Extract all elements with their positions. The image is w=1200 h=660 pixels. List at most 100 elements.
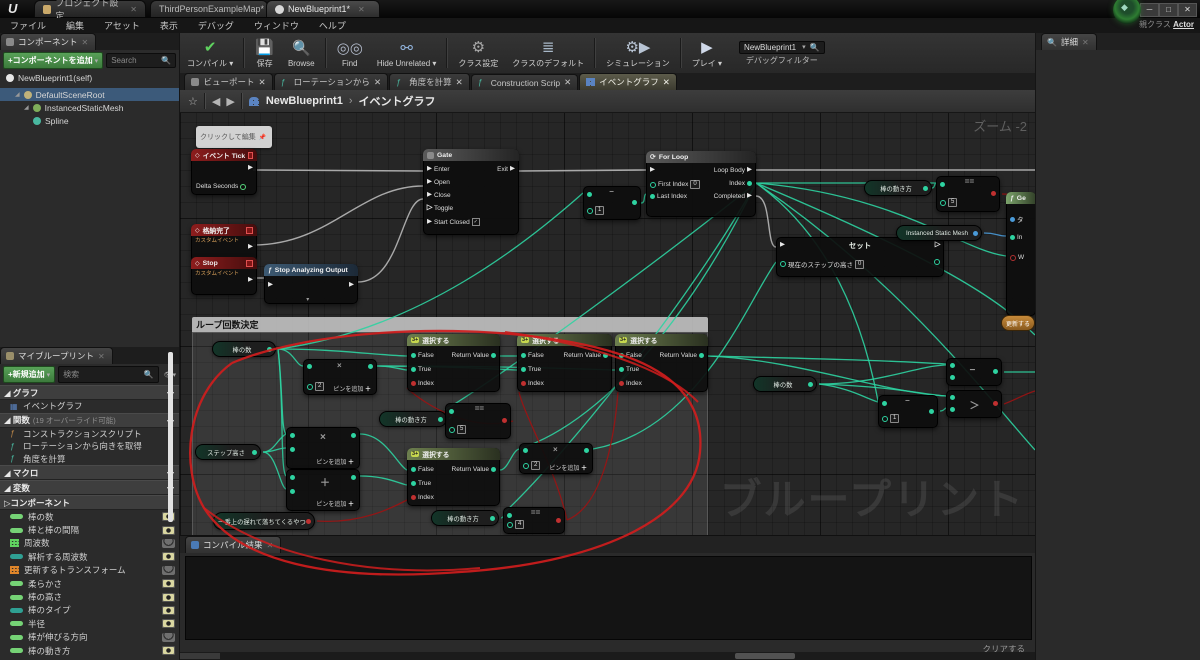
data-pin[interactable]	[993, 401, 998, 406]
data-pin[interactable]	[240, 183, 247, 190]
value-box[interactable]: 5	[457, 425, 467, 434]
data-pin[interactable]	[521, 353, 526, 358]
greater-right[interactable]: ＞	[946, 390, 1002, 418]
data-pin[interactable]	[507, 513, 512, 518]
data-pin[interactable]	[411, 381, 416, 386]
data-pin[interactable]	[411, 367, 416, 372]
output-pin[interactable]	[923, 185, 928, 191]
toolbar-button-Find[interactable]: ◎◎ Find	[330, 34, 370, 72]
output-pin[interactable]	[490, 515, 495, 521]
select-c[interactable]: 3+ 選択する False True Index Return Value	[615, 334, 708, 392]
data-pin[interactable]	[507, 521, 513, 528]
data-pin[interactable]	[521, 367, 526, 372]
nav-forward-icon[interactable]: ▶	[226, 95, 234, 108]
horizontal-scrollbar[interactable]	[180, 652, 1035, 660]
exec-pin[interactable]: ▶	[650, 166, 655, 174]
add-component-button[interactable]: +コンポーネントを追加 ▾	[3, 52, 104, 69]
window-tab-2[interactable]: ThirdPersonExampleMap*✕	[150, 0, 279, 17]
blueprint-item[interactable]: ƒ コンストラクションスクリプト	[0, 428, 179, 441]
data-pin[interactable]	[523, 462, 529, 469]
section-header-グラフ[interactable]: ◢ グラフ＋	[0, 385, 179, 400]
tab-close-icon[interactable]: ✕	[663, 77, 670, 88]
data-pin[interactable]	[650, 194, 655, 199]
toolbar-button-Browse[interactable]: 🔍 Browse	[281, 34, 322, 72]
my-blueprint-scrollbar[interactable]	[168, 352, 173, 522]
value-box[interactable]: 1	[890, 414, 900, 423]
output-pin[interactable]	[808, 381, 813, 387]
get-func-clipped[interactable]: ƒ Ge タ In W	[1006, 192, 1035, 316]
toolbar-button-Hide Unrelated[interactable]: ⚯ Hide Unrelated ▾	[370, 34, 444, 72]
nav-back-icon[interactable]: ◀	[212, 95, 220, 108]
exec-pin[interactable]: ▶	[747, 193, 752, 200]
eye-open-icon[interactable]	[162, 552, 175, 562]
eq-five-top[interactable]: == 5	[936, 176, 1000, 212]
getter-ugokikata-top[interactable]: 棒の動き方	[864, 180, 932, 196]
value-box[interactable]: 4	[515, 520, 525, 529]
doc-tab-1[interactable]: ビューポート ✕	[184, 73, 273, 90]
eq-five-mid[interactable]: == 5	[445, 403, 511, 439]
data-pin[interactable]	[411, 495, 416, 500]
menu-item-3[interactable]: アセット	[94, 19, 150, 32]
variable-row[interactable]: 柔らかさ	[0, 577, 179, 590]
data-pin[interactable]	[587, 192, 592, 197]
data-pin[interactable]	[950, 375, 955, 380]
data-pin[interactable]	[882, 401, 887, 406]
minimize-button[interactable]: ─	[1140, 3, 1159, 17]
eye-closed-icon[interactable]	[162, 632, 175, 642]
sub-one-b[interactable]: −1	[878, 395, 938, 428]
data-pin[interactable]	[290, 447, 295, 452]
exec-pin[interactable]: ▶	[510, 166, 515, 173]
data-pin[interactable]	[307, 364, 312, 369]
menu-item-1[interactable]: ファイル	[0, 19, 56, 32]
variable-row[interactable]: 棒の高さ	[0, 590, 179, 603]
toolbar-button-保存[interactable]: 💾 保存	[248, 34, 281, 72]
data-pin[interactable]	[950, 395, 955, 400]
data-pin[interactable]	[699, 353, 704, 358]
section-header-関数[interactable]: ◢ 関数(19 オーバーライド可能)＋	[0, 412, 179, 428]
toolbar-button-プレイ[interactable]: ▶ プレイ ▾	[685, 34, 729, 72]
comment-title[interactable]: ループ回数決定	[192, 317, 708, 332]
menu-item-7[interactable]: ヘルプ	[309, 19, 356, 32]
component-tree-item[interactable]: Spline	[0, 114, 179, 127]
getter-pill[interactable]: 棒の動き方	[379, 411, 447, 427]
edit-bubble[interactable]: クリックして編集 📌	[196, 126, 272, 148]
data-pin[interactable]	[521, 381, 526, 386]
data-pin[interactable]	[584, 448, 589, 453]
variable-row[interactable]: 周波数	[0, 537, 179, 550]
data-pin[interactable]	[411, 481, 416, 486]
data-pin[interactable]	[650, 181, 656, 188]
getter-pill[interactable]: Instanced Static Mesh	[896, 225, 982, 241]
window-tab-3[interactable]: NewBlueprint1* ✕	[266, 0, 380, 17]
variable-row[interactable]: 棒のタイプ	[0, 604, 179, 617]
data-pin[interactable]	[449, 426, 455, 433]
exec-pin[interactable]: ▶	[780, 241, 785, 249]
data-pin[interactable]	[950, 363, 955, 368]
add-new-button[interactable]: +新規追加 ▾	[3, 366, 56, 383]
output-pin[interactable]	[306, 518, 311, 524]
maximize-button[interactable]: □	[1159, 3, 1178, 17]
debug-search-icon[interactable]: 🔍	[810, 43, 820, 52]
data-pin[interactable]	[491, 467, 496, 472]
blueprint-item[interactable]: ƒ ローテーションから向きを取得	[0, 440, 179, 453]
menu-item-6[interactable]: ウィンドウ	[244, 19, 309, 32]
close-button[interactable]: ✕	[1178, 3, 1197, 17]
value-box[interactable]: 0	[855, 259, 865, 269]
breadcrumb-root[interactable]: NewBlueprint1	[266, 95, 343, 107]
getter-pill[interactable]: 棒の動き方	[431, 510, 499, 526]
mul-b[interactable]: × ピンを追加 ＋	[286, 427, 360, 469]
debug-blueprint-selector[interactable]: NewBlueprint1 ▾ 🔍	[739, 40, 825, 54]
expander-icon[interactable]: ◢	[15, 91, 20, 98]
value-box[interactable]: 2	[531, 461, 541, 470]
tab-close-icon[interactable]: ✕	[258, 77, 265, 88]
toolbar-button-コンパイル[interactable]: ✔ コンパイル ▾	[180, 34, 240, 72]
getter-pill[interactable]: 一番上の遅れて落ちてくるやつ	[213, 512, 315, 530]
exec-pin[interactable]: ▶	[248, 164, 253, 172]
exec-pin[interactable]: ▶	[268, 281, 273, 289]
event-stop[interactable]: ◇ Stop カスタムイベント ▶	[191, 257, 257, 295]
data-pin[interactable]	[1010, 235, 1015, 240]
breadcrumb-current[interactable]: イベントグラフ	[359, 93, 436, 109]
data-pin[interactable]	[929, 408, 934, 414]
for-loop[interactable]: ⟳ For Loop ▶ First Index 0 Last Index ▶ Loop Bo…	[646, 151, 756, 217]
getter-ugokikata-low[interactable]: 棒の動き方	[431, 510, 499, 526]
eq-four[interactable]: == 4	[503, 507, 565, 534]
